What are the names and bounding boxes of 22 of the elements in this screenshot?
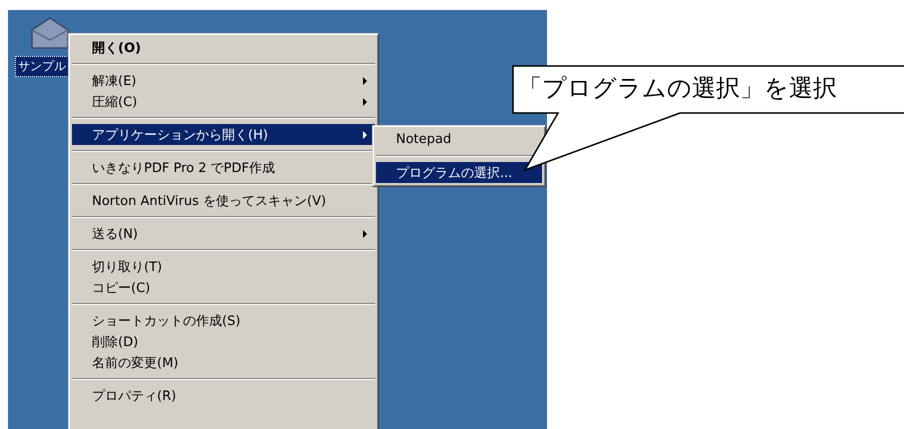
menu-item[interactable]: ショートカットの作成(S) [72, 310, 375, 331]
menu-item[interactable]: Notepad [376, 129, 542, 150]
envelope-icon[interactable] [30, 16, 70, 50]
icon-label[interactable]: サンプル [15, 56, 69, 77]
submenu-arrow-icon [363, 230, 367, 238]
submenu-arrow-icon [363, 98, 367, 106]
menu-item[interactable]: 解凍(E) [72, 70, 375, 91]
menu-item[interactable]: プロパティ(R) [72, 385, 375, 406]
menu-item[interactable]: 開く(O) [72, 37, 375, 58]
menu-item[interactable]: 切り取り(T) [72, 256, 375, 277]
submenu-arrow-icon [363, 76, 367, 84]
menu-item[interactable]: 削除(D) [72, 331, 375, 352]
submenu-arrow-icon [363, 130, 367, 138]
menu-item[interactable]: 送る(N) [72, 223, 375, 244]
menu-item[interactable]: プログラムの選択... [376, 162, 542, 183]
menu-item[interactable]: 名前の変更(M) [72, 352, 375, 373]
menu-item[interactable]: アプリケーションから開く(H) [72, 124, 375, 145]
menu-item[interactable]: コピー(C) [72, 277, 375, 298]
menu-item[interactable]: 圧縮(C) [72, 91, 375, 112]
menu-item[interactable]: いきなりPDF Pro 2 でPDF作成 [72, 157, 375, 178]
menu-item[interactable]: Norton AntiVirus を使ってスキャン(V) [72, 190, 375, 211]
callout-text: 「プログラムの選択」を選択 [518, 73, 837, 104]
